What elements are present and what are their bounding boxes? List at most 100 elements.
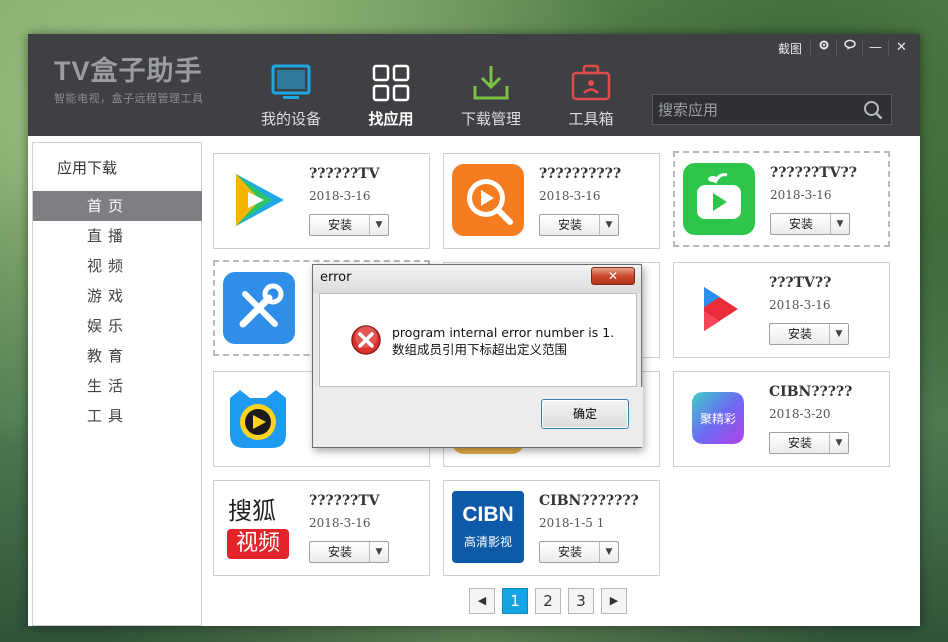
next-page-button[interactable]: ▶ — [601, 588, 627, 614]
dialog-close-button[interactable]: ✕ — [591, 267, 635, 285]
dialog-message: program internal error number is 1. 数组成员… — [392, 324, 614, 358]
znds-watermark: ZNDS — [744, 584, 934, 624]
tv-icon — [271, 64, 311, 99]
app-card[interactable]: ??????TV 2018-3-16 安装 ▼ — [213, 153, 430, 249]
sidebar-item-life[interactable]: 生活 — [33, 371, 201, 401]
nav-my-devices[interactable]: 我的设备 — [246, 64, 336, 129]
app-name: CIBN??????? — [539, 493, 639, 509]
app-card[interactable]: ???TV?? 2018-3-16 安装 ▼ — [673, 262, 890, 358]
install-label: 安装 — [557, 218, 582, 232]
install-label: 安装 — [327, 218, 352, 232]
page-2-button[interactable]: 2 — [535, 588, 561, 614]
app-name: CIBN????? — [769, 384, 853, 400]
dialog-footer: 确定 — [313, 387, 643, 447]
pagination: ◀ 1 2 3 ▶ — [469, 588, 634, 614]
app-card[interactable]: ?????????? 2018-3-16 安装 ▼ — [443, 153, 660, 249]
sohu-text-top: 搜狐 — [228, 497, 276, 525]
brand-title: TV盒子助手 — [54, 56, 203, 86]
page-3-button[interactable]: 3 — [568, 588, 594, 614]
sidebar-item-live[interactable]: 直播 — [33, 221, 201, 251]
install-button[interactable]: 安装 ▼ — [769, 323, 849, 345]
orange-play-search-icon — [452, 164, 524, 236]
app-date: 2018-3-16 — [769, 298, 831, 312]
grid-icon — [372, 64, 410, 102]
chevron-down-icon[interactable]: ▼ — [830, 214, 849, 234]
cat-player-icon — [222, 382, 294, 454]
app-date: 2018-3-16 — [539, 189, 601, 203]
error-icon — [351, 325, 381, 355]
app-date: 2018-1-5 1 — [539, 516, 605, 530]
close-button[interactable]: ✕ — [888, 39, 914, 57]
category-sidebar: 应用下载 首页 直播 视频 游戏 娱乐 教育 生活 工具 — [32, 142, 202, 626]
nav-toolbox[interactable]: 工具箱 — [546, 64, 636, 129]
app-name: ?????????? — [539, 166, 622, 182]
sidebar-item-education[interactable]: 教育 — [33, 341, 201, 371]
download-icon — [473, 66, 509, 100]
brand: TV盒子助手 智能电视，盒子远程管理工具 — [54, 56, 204, 106]
search-icon[interactable] — [863, 100, 883, 120]
brand-subtitle: 智能电视，盒子远程管理工具 — [54, 92, 204, 105]
speech-bubble-icon[interactable] — [836, 39, 862, 57]
app-date: 2018-3-16 — [309, 516, 371, 530]
install-button[interactable]: 安装 ▼ — [539, 541, 619, 563]
ok-button[interactable]: 确定 — [541, 399, 629, 429]
install-button[interactable]: 安装 ▼ — [769, 432, 849, 454]
chevron-down-icon[interactable]: ▼ — [599, 542, 618, 562]
sidebar-header: 应用下载 — [57, 159, 118, 177]
nav-find-apps[interactable]: 找应用 — [346, 64, 436, 129]
nav-download-manager[interactable]: 下载管理 — [446, 64, 536, 129]
install-label: 安装 — [557, 545, 582, 559]
dialog-message-line2: 数组成员引用下标超出定义范围 — [392, 342, 568, 357]
app-card[interactable]: CIBN 高清影视 CIBN??????? 2018-1-5 1 安装 ▼ — [443, 480, 660, 576]
app-name: ???TV?? — [769, 275, 832, 291]
page-1-button[interactable]: 1 — [502, 588, 528, 614]
window-controls: 截图 — ✕ — [778, 38, 914, 58]
nav-label: 工具箱 — [568, 110, 614, 128]
sidebar-item-games[interactable]: 游戏 — [33, 281, 201, 311]
app-name: ??????TV — [309, 166, 380, 182]
chevron-down-icon[interactable]: ▼ — [829, 324, 848, 344]
install-label: 安装 — [787, 436, 812, 450]
prev-page-button[interactable]: ◀ — [469, 588, 495, 614]
cibn-hd-icon: CIBN 高清影视 — [452, 491, 524, 563]
install-button[interactable]: 安装 ▼ — [309, 214, 389, 236]
sidebar-item-home[interactable]: 首页 — [33, 191, 202, 221]
app-date: 2018-3-16 — [770, 188, 832, 202]
screenshot-button[interactable]: 截图 — [778, 40, 802, 57]
watermark-text: ZNDS — [753, 586, 847, 624]
sidebar-item-entertainment[interactable]: 娱乐 — [33, 311, 201, 341]
search-box — [652, 94, 892, 125]
green-tv-play-icon — [683, 163, 755, 235]
chevron-down-icon[interactable]: ▼ — [369, 542, 388, 562]
dialog-body: program internal error number is 1. 数组成员… — [319, 293, 637, 387]
red-play-icon — [682, 273, 754, 345]
nav-label: 找应用 — [368, 110, 414, 128]
chevron-down-icon[interactable]: ▼ — [829, 433, 848, 453]
install-button[interactable]: 安装 ▼ — [539, 214, 619, 236]
top-bar: TV盒子助手 智能电视，盒子远程管理工具 我的设备 找应用 下载管理 工具箱 截… — [28, 34, 920, 136]
app-card-selected[interactable]: ??????TV?? 2018-3-16 安装 ▼ — [673, 151, 890, 247]
error-dialog: error ✕ program internal error number is… — [312, 264, 643, 448]
app-date: 2018-3-16 — [309, 189, 371, 203]
sidebar-item-tools[interactable]: 工具 — [33, 401, 201, 431]
app-date: 2018-3-20 — [769, 407, 831, 421]
cibn-logo-text: CIBN — [462, 503, 514, 526]
app-card[interactable]: 聚精彩 CIBN????? 2018-3-20 安装 ▼ — [673, 371, 890, 467]
app-name: ??????TV?? — [770, 165, 857, 181]
install-label: 安装 — [788, 217, 813, 231]
jingcai-icon: 聚精彩 — [682, 382, 754, 454]
app-name: ??????TV — [309, 493, 380, 509]
app-card[interactable]: 搜狐 视频 ??????TV 2018-3-16 安装 ▼ — [213, 480, 430, 576]
gear-icon[interactable] — [810, 39, 836, 57]
install-button[interactable]: 安装 ▼ — [309, 541, 389, 563]
toolbox-icon — [571, 64, 611, 101]
cibn-sub-text: 高清影视 — [463, 535, 512, 549]
install-button[interactable]: 安装 ▼ — [770, 213, 850, 235]
minimize-button[interactable]: — — [862, 39, 888, 57]
sohu-video-icon: 搜狐 视频 — [222, 491, 294, 563]
chevron-down-icon[interactable]: ▼ — [599, 215, 618, 235]
install-label: 安装 — [787, 327, 812, 341]
search-input[interactable] — [653, 95, 853, 124]
chevron-down-icon[interactable]: ▼ — [369, 215, 388, 235]
sidebar-item-video[interactable]: 视频 — [33, 251, 201, 281]
